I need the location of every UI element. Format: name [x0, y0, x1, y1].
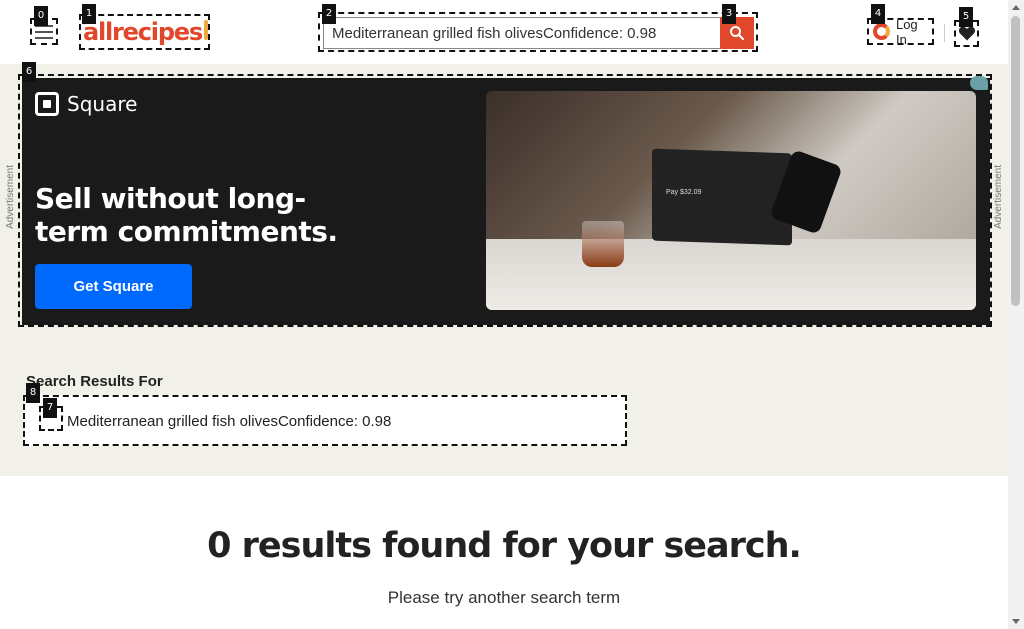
- marker-3: 3: [722, 4, 736, 24]
- ad-frame[interactable]: [18, 74, 992, 327]
- marker-2: 2: [322, 4, 336, 24]
- no-results-heading: 0 results found for your search.: [207, 526, 802, 566]
- search-form: [318, 12, 758, 52]
- search-input[interactable]: [323, 17, 721, 49]
- marker-8: 8: [26, 383, 40, 403]
- heart-icon: [958, 26, 975, 41]
- results-search-query: Mediterranean grilled fish olivesConfide…: [67, 413, 392, 430]
- marker-4: 4: [871, 4, 885, 24]
- search-icon: [730, 26, 745, 41]
- page: 0 allrecipes 1 2 3 Log In 4 5 Advertisem…: [0, 0, 1024, 629]
- ad-label-left: Advertisement: [5, 165, 16, 229]
- marker-6: 6: [22, 62, 36, 82]
- search-results-heading: Search Results For: [26, 373, 163, 390]
- marker-5: 5: [959, 7, 973, 27]
- marker-7: 7: [43, 398, 57, 418]
- marker-0: 0: [34, 6, 48, 26]
- site-logo-link[interactable]: allrecipes: [79, 14, 210, 50]
- login-label: Log In: [895, 16, 918, 47]
- user-account-icon: [873, 23, 890, 40]
- ad-label-right: Advertisement: [993, 165, 1004, 229]
- no-results-hint: Please try another search term: [387, 588, 621, 607]
- header-divider: [944, 24, 945, 42]
- marker-1: 1: [82, 4, 96, 24]
- results-search-field[interactable]: Mediterranean grilled fish olivesConfide…: [23, 395, 627, 446]
- logo-text: allrecipes: [83, 18, 203, 46]
- scroll-thumb[interactable]: [1011, 16, 1020, 306]
- vertical-scrollbar[interactable]: [1008, 0, 1024, 629]
- scroll-up-arrow-icon[interactable]: [1012, 5, 1020, 10]
- scroll-down-arrow-icon[interactable]: [1012, 619, 1020, 624]
- spoon-icon: [203, 20, 208, 40]
